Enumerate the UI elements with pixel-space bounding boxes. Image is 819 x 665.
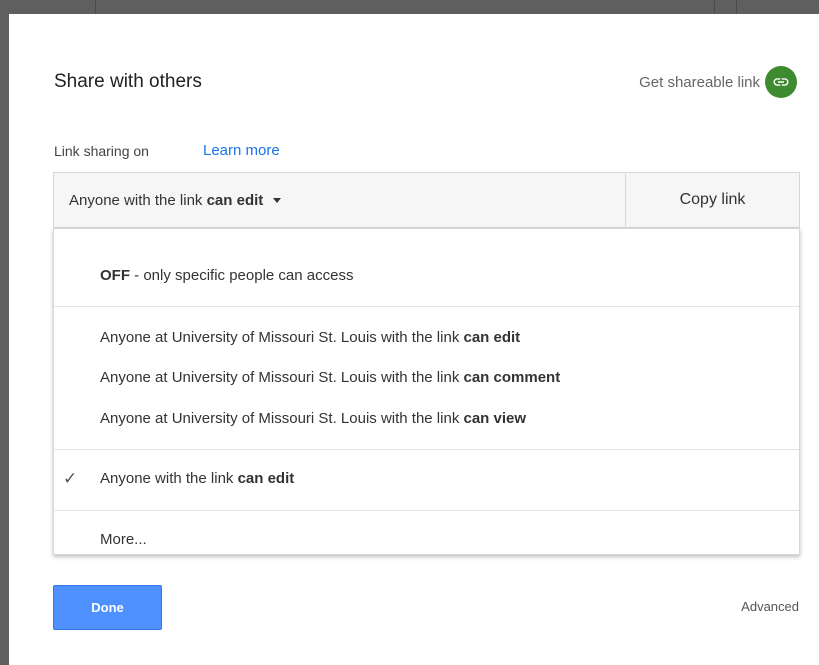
chevron-down-icon bbox=[273, 197, 282, 203]
link-access-menu: OFF - only specific people can access An… bbox=[53, 228, 800, 555]
menu-item-org-can-view[interactable]: Anyone at University of Missouri St. Lou… bbox=[100, 410, 526, 427]
menu-divider bbox=[54, 510, 799, 511]
get-shareable-link-button[interactable]: Get shareable link bbox=[639, 66, 797, 98]
advanced-link[interactable]: Advanced bbox=[741, 599, 799, 614]
get-shareable-link-label: Get shareable link bbox=[639, 73, 760, 91]
menu-item-anyone-can-edit[interactable]: Anyone with the link can edit bbox=[100, 470, 294, 487]
menu-item-org-can-edit[interactable]: Anyone at University of Missouri St. Lou… bbox=[100, 329, 520, 346]
done-button[interactable]: Done bbox=[53, 585, 162, 630]
menu-item-label: Anyone at University of Missouri St. Lou… bbox=[100, 369, 464, 386]
menu-item-off[interactable]: OFF - only specific people can access bbox=[100, 267, 353, 284]
background-window-edge bbox=[0, 0, 9, 665]
checkmark-icon: ✓ bbox=[63, 469, 78, 488]
learn-more-link[interactable]: Learn more bbox=[203, 142, 280, 159]
menu-item-bold: can edit bbox=[463, 329, 521, 346]
menu-item-bold: can comment bbox=[463, 369, 561, 386]
menu-item-org-can-comment[interactable]: Anyone at University of Missouri St. Lou… bbox=[100, 369, 560, 386]
menu-item-label: Anyone at University of Missouri St. Lou… bbox=[100, 329, 464, 346]
strip-divider bbox=[714, 0, 715, 14]
link-icon-glyph bbox=[773, 78, 789, 86]
menu-item-bold: can edit bbox=[237, 470, 295, 487]
dropdown-selected-bold: can edit bbox=[206, 191, 264, 209]
dialog-title: Share with others bbox=[54, 71, 202, 92]
dropdown-selected-prefix: Anyone with the link bbox=[69, 191, 203, 209]
link-icon[interactable] bbox=[765, 66, 797, 98]
link-access-dropdown[interactable]: Anyone with the link can edit bbox=[54, 173, 625, 227]
menu-divider bbox=[54, 306, 799, 307]
menu-item-off-label: - only specific people can access bbox=[130, 267, 354, 284]
link-sharing-status: Link sharing on bbox=[54, 143, 149, 159]
strip-divider bbox=[736, 0, 737, 14]
background-window-strip bbox=[0, 0, 819, 14]
menu-item-more[interactable]: More... bbox=[100, 531, 147, 548]
share-dialog: Share with others Get shareable link Lin… bbox=[9, 14, 819, 665]
link-access-row: Anyone with the link can edit Copy link bbox=[53, 172, 800, 228]
strip-divider bbox=[95, 0, 96, 14]
menu-item-bold: can view bbox=[463, 410, 527, 427]
menu-divider bbox=[54, 449, 799, 450]
copy-link-button[interactable]: Copy link bbox=[625, 173, 799, 227]
menu-item-label: Anyone with the link bbox=[100, 470, 238, 487]
menu-item-off-bold: OFF bbox=[100, 267, 130, 284]
menu-item-label: Anyone at University of Missouri St. Lou… bbox=[100, 410, 464, 427]
